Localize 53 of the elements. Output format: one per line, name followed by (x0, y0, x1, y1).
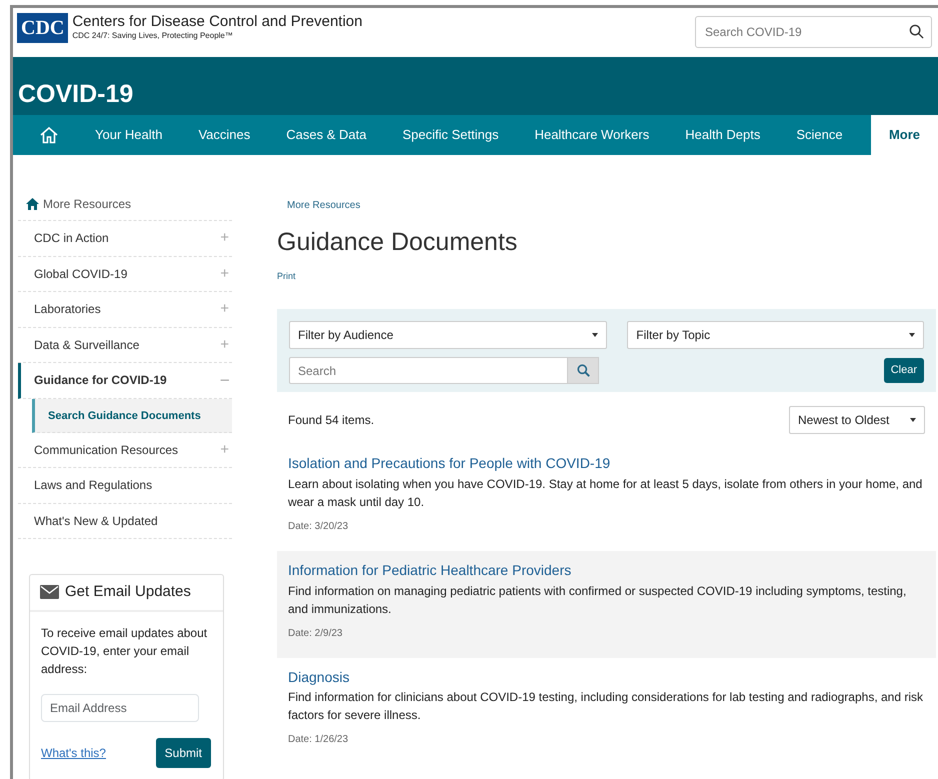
nav-tab[interactable]: More (870, 115, 938, 155)
result-date: Date: 1/26/23 (288, 733, 350, 748)
nav-tab[interactable]: Science (778, 115, 861, 155)
tagline: CDC 24/7: Saving Lives, Protecting People™ (72, 30, 234, 42)
sidebar-item[interactable]: Data & Surveillance + (18, 328, 232, 363)
results-count: Found 54 items. (288, 412, 374, 429)
caret-icon (910, 418, 916, 422)
cdc-logo[interactable]: CDC (17, 13, 68, 43)
sort-dropdown[interactable]: Newest to Oldest (789, 406, 925, 434)
result-description: Find information for clinicians about COVID-19 testing, including considerations for lab testing and radiographs, and risk factors for severe illness. (288, 689, 924, 724)
sidebar-item[interactable]: Global COVID-19 + (18, 256, 232, 292)
sidebar-item[interactable]: CDC in Action + (18, 221, 232, 256)
result-date: Date: 3/20/23 (288, 520, 350, 534)
search-icon[interactable] (909, 24, 924, 39)
sidebar-subitem[interactable]: Search Guidance Documents (32, 398, 232, 432)
sidebar-item[interactable]: Laws and Regulations (18, 468, 232, 504)
nav-tab[interactable]: Specific Settings (384, 115, 517, 155)
nav-tab[interactable]: Cases & Data (268, 115, 384, 155)
sidebar-home-link[interactable]: More Resources (18, 195, 232, 221)
search-icon (576, 364, 590, 377)
nav-tab[interactable]: Healthcare Workers (516, 115, 668, 155)
search-field[interactable]: Search COVID-19 (695, 16, 932, 48)
envelope-icon (40, 585, 59, 600)
organization-name: Centers for Disease Control and Prevention (72, 14, 362, 30)
email-instructions: To receive email updates about COVID-19, enter your email address: (41, 624, 208, 678)
result-title-link[interactable]: Information for Pediatric Healthcare Providers (288, 562, 925, 579)
print-link[interactable]: Print (277, 271, 296, 281)
result-description: Learn about isolating when you have COVID-19. Stay at home for at least 5 days, isolate from others in your home, and wear a mask until day 10. (288, 476, 924, 511)
audience-dropdown[interactable]: Filter by Audience (289, 321, 608, 349)
nav-tab[interactable]: Health Depts (667, 115, 778, 155)
breadcrumb-link[interactable]: More Resources (287, 200, 360, 211)
site-title: COVID-19 (18, 79, 134, 109)
nav-tab[interactable]: Vaccines (180, 115, 268, 155)
sidebar-item[interactable]: Communication Resources + (18, 432, 232, 468)
home-icon (26, 198, 39, 210)
card-title: Get Email Updates (65, 582, 191, 602)
caret-icon (592, 333, 598, 337)
email-input[interactable]: Email Address (41, 694, 199, 722)
search-button[interactable] (568, 357, 599, 384)
nav-tab[interactable]: Your Health (77, 115, 180, 155)
page-title: Guidance Documents (277, 227, 518, 257)
sidebar-item[interactable]: Laboratories + (18, 292, 232, 328)
whats-this-link[interactable]: What's this? (41, 744, 106, 762)
clear-button[interactable]: Clear (884, 358, 924, 383)
result-title-link[interactable]: Isolation and Precautions for People with COVID-19 (288, 455, 925, 472)
caret-icon (909, 333, 916, 337)
sidebar-item[interactable]: What's New & Updated (18, 504, 232, 539)
topic-dropdown[interactable]: Filter by Topic (627, 321, 924, 349)
submit-button[interactable]: Submit (156, 738, 211, 768)
search-input[interactable]: Search (289, 357, 568, 384)
result-description: Find information on managing pediatric patients with confirmed or suspected COVID-19 including symptoms, testing, and immunizations. (288, 582, 908, 618)
result-title-link[interactable]: Diagnosis (288, 668, 925, 686)
result-date: Date: 2/9/23 (288, 626, 344, 641)
